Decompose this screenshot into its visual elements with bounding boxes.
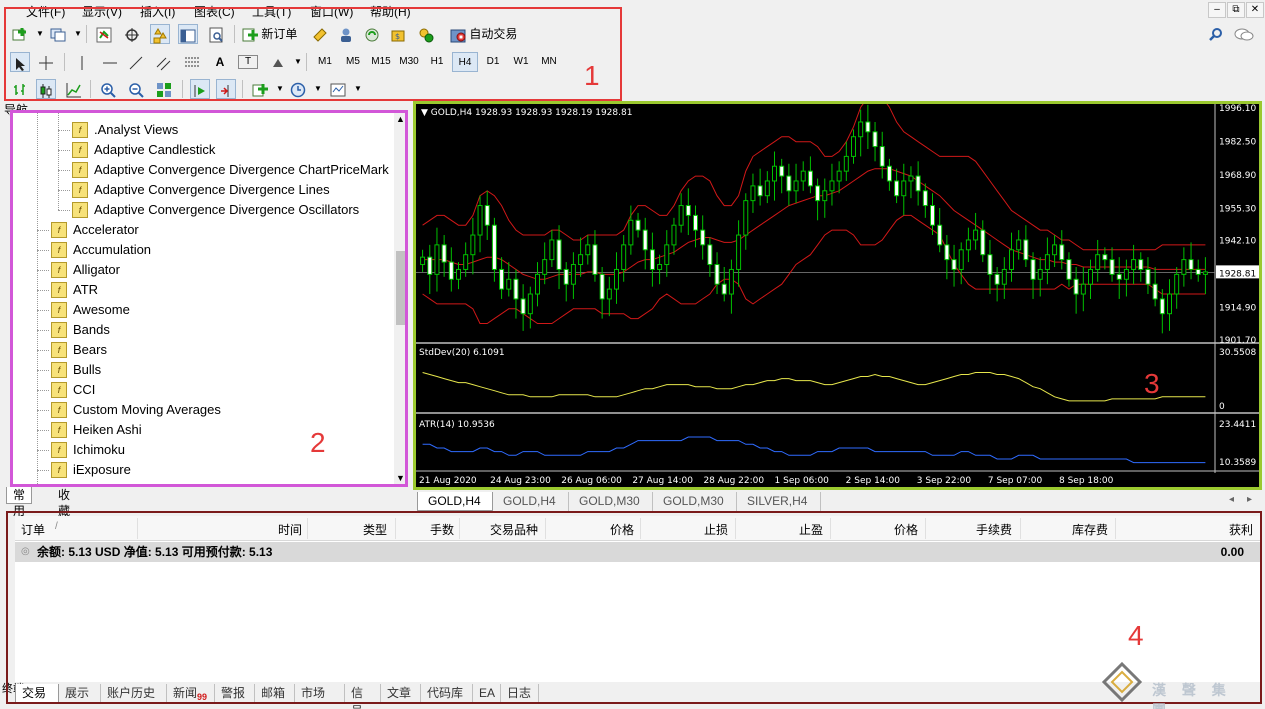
annotation-number-1: 1 xyxy=(584,60,600,91)
chart-tab[interactable]: GOLD,M30 xyxy=(653,492,737,511)
watermark-logo: 漢 聲 集 團 xyxy=(1100,660,1260,709)
search-icon[interactable] xyxy=(1206,24,1226,44)
annotation-number-2: 2 xyxy=(310,427,326,458)
chart-tab[interactable]: GOLD,H4 xyxy=(417,492,493,511)
annotation-box-terminal xyxy=(6,511,1262,704)
chart-tab[interactable]: GOLD,H4 xyxy=(493,492,569,511)
navigator-tab-common[interactable]: 常用 xyxy=(6,487,33,518)
annotation-box-chart xyxy=(413,101,1262,490)
restore-button[interactable]: ⧉ xyxy=(1227,2,1245,18)
chart-tab[interactable]: SILVER,H4 xyxy=(737,492,821,511)
chat-icon[interactable] xyxy=(1234,24,1254,44)
tab-scroll-right-icon[interactable]: ▸ xyxy=(1247,494,1252,505)
navigator-tab-favorites[interactable]: 收藏夹 xyxy=(52,487,76,534)
annotation-number-4: 4 xyxy=(1128,620,1144,651)
chart-tab[interactable]: GOLD,M30 xyxy=(569,492,653,511)
close-button[interactable]: ✕ xyxy=(1246,2,1264,18)
mt4-window: 文件(F) 显示(V) 插入(I) 图表(C) 工具(T) 窗口(W) 帮助(H… xyxy=(0,0,1265,709)
tab-scroll-left-icon[interactable]: ◂ xyxy=(1229,494,1234,505)
watermark-text: 漢 聲 集 團 xyxy=(1152,682,1232,709)
annotation-box-navigator xyxy=(10,110,408,487)
minimize-button[interactable]: – xyxy=(1208,2,1226,18)
annotation-box-toolbar xyxy=(4,7,622,101)
annotation-number-3: 3 xyxy=(1144,368,1160,399)
chart-tabs: GOLD,H4 GOLD,H4 GOLD,M30 GOLD,M30 SILVER,H4 … xyxy=(417,492,1262,512)
